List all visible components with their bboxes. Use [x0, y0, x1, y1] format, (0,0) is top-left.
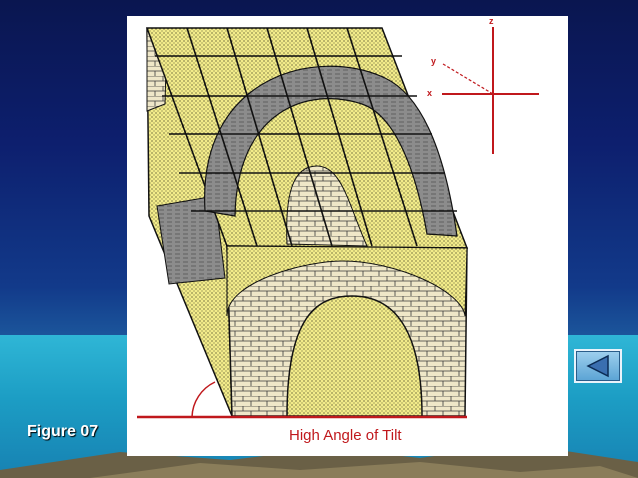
figure-frame: z y x — [127, 16, 568, 456]
axis-label-y: y — [431, 56, 437, 66]
slide: z y x High Angle of Tilt Figure 07 — [0, 0, 638, 478]
triangle-left-icon — [586, 354, 609, 378]
figure-caption: High Angle of Tilt — [289, 427, 402, 444]
axis-label-z: z — [489, 16, 494, 26]
axis-label-x: x — [427, 88, 433, 98]
figure-number-label: Figure 07 — [27, 423, 99, 440]
back-button[interactable] — [574, 349, 622, 383]
tilted-fold-block-diagram — [137, 27, 539, 419]
